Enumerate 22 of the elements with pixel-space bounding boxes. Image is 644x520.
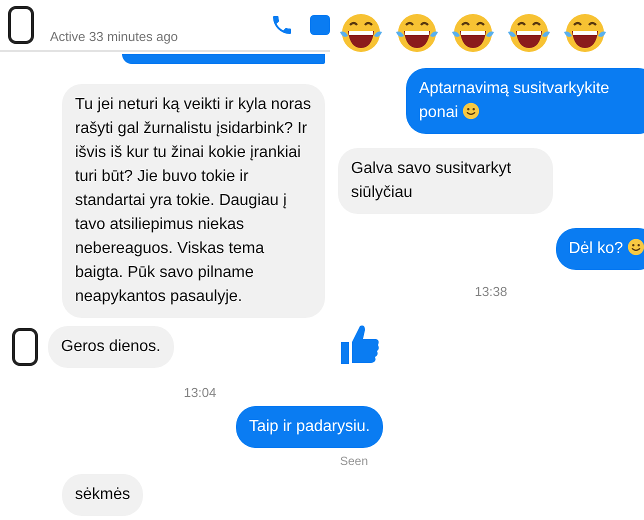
laughing-tears-emoji-icon (338, 12, 384, 54)
video-call-icon[interactable] (310, 15, 330, 35)
smiley-emoji-icon (462, 102, 480, 120)
timestamp: 13:38 (474, 284, 508, 299)
seen-label: Seen (338, 454, 369, 468)
timestamp: 13:04 (182, 385, 218, 400)
laughing-tears-emoji-icon (394, 12, 440, 54)
smiley-emoji-icon (627, 238, 644, 256)
message-bubble: Taip ir padarysiu. (236, 406, 383, 448)
phone-icon[interactable] (270, 13, 294, 37)
laughing-tears-emoji-icon (562, 12, 608, 54)
message-bubble: Galva savo susitvarkyt siūlyčiau (338, 148, 553, 214)
avatar-placeholder (8, 6, 34, 44)
message-bubble: sėkmės (62, 474, 144, 516)
active-status: Active 33 minutes ago (50, 28, 179, 44)
message-bubble: Aptarnavimą susitvarkykite ponai (406, 68, 644, 134)
avatar-placeholder (12, 328, 38, 366)
message-bubble: Geros dienos. (48, 326, 174, 368)
message-bubble: Dėl ko? (556, 228, 644, 270)
laughing-tears-emoji-icon (506, 12, 552, 54)
laughing-tears-emoji-icon (450, 12, 496, 54)
message-bubble: Tu jei neturi ką veikti ir kyla noras rašyti gal žurnalistu įsidarbink? Ir išvis iš kur tu žinai kokie įrankiai turi būt? Jie buvo tokie ir standartai yra tokie. Daugiau į tavo atsiliepimus niekas nebereaguos. Viskas tema baigta. Pūk savo pilname neapykantos pasaulyje. (62, 84, 325, 318)
